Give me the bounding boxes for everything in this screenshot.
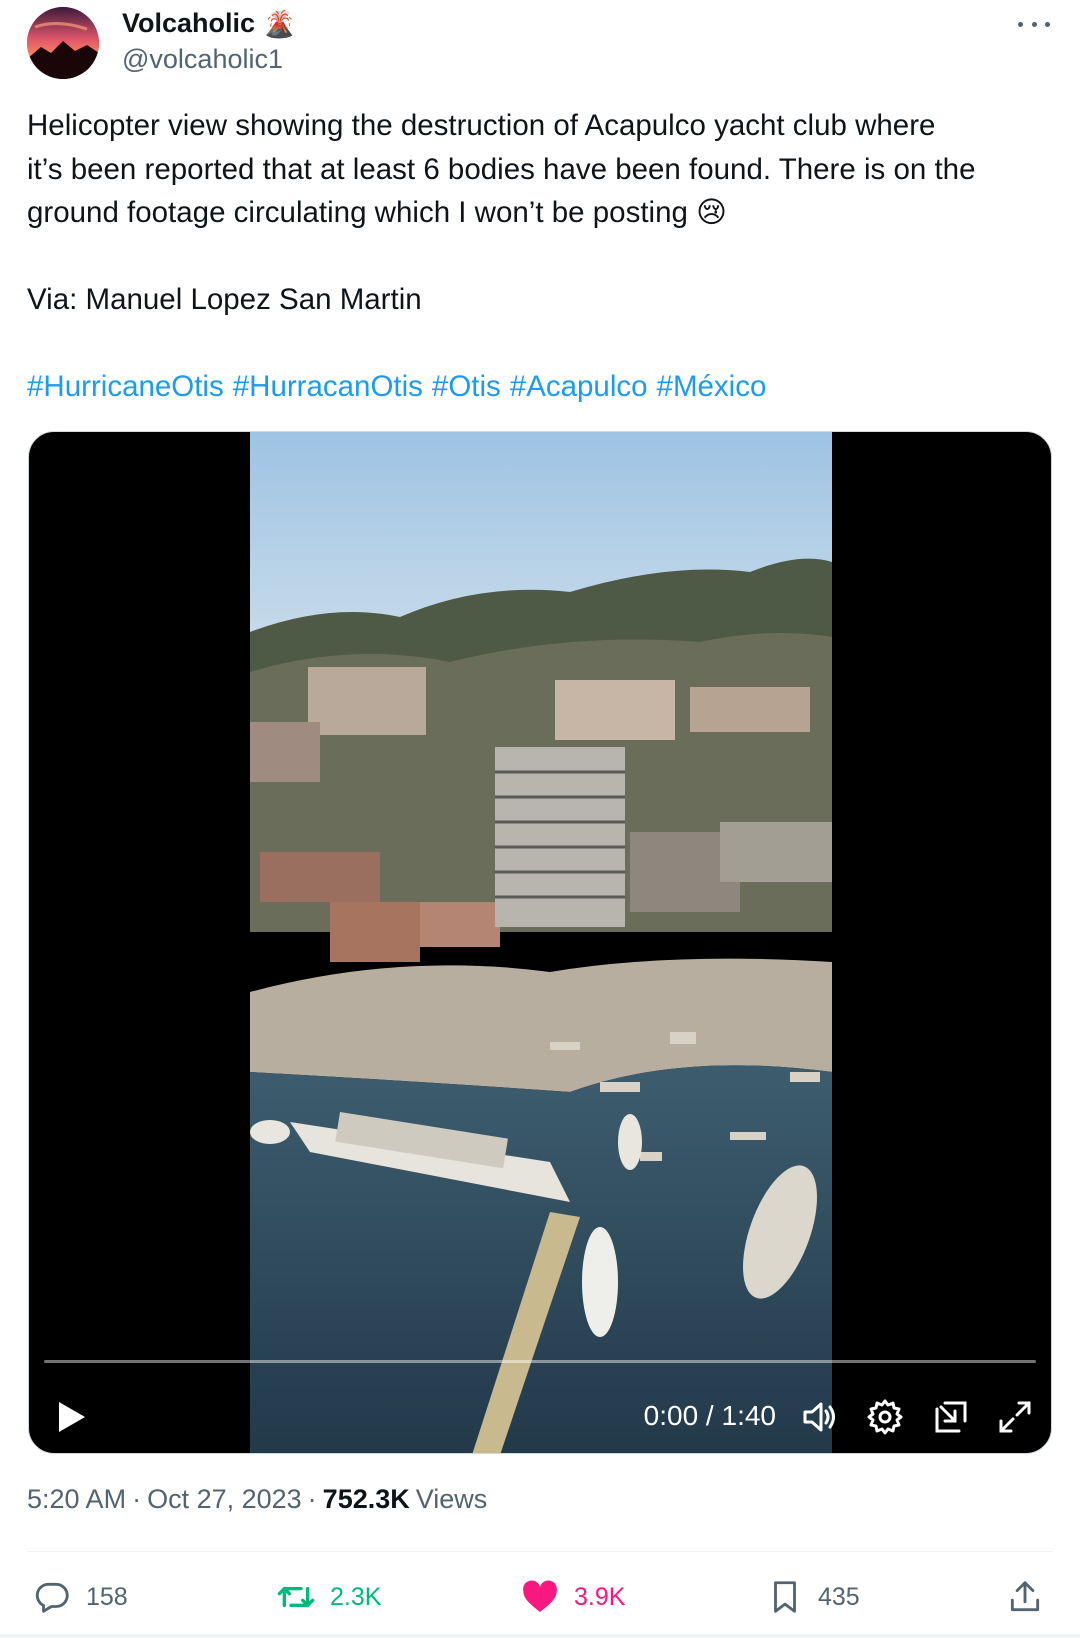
tweet-text-line: Helicopter view showing the destruction … [27,109,936,142]
author-name-row[interactable]: Volcaholic 🌋 [122,8,295,39]
tweet-via: Via: Manuel Lopez San Martin [27,283,422,316]
tweet-text-line: it’s been reported that at least 6 bodie… [27,152,976,186]
sunset-avatar-icon [27,7,99,79]
volcano-emoji-icon: 🌋 [263,8,296,39]
heart-icon [523,1580,557,1612]
hashtag-link[interactable]: #Acapulco [510,365,648,409]
bookmark-button[interactable]: 435 [766,1572,860,1622]
hashtag-list: #HurricaneOtis #HurracanOtis #Otis #Acap… [27,365,1057,409]
views-label: Views [415,1484,488,1514]
display-name[interactable]: Volcaholic [122,8,255,39]
video-thumbnail[interactable] [250,432,832,1453]
meta-separator: · [132,1484,142,1514]
bookmark-count: 435 [818,1582,860,1611]
hashtag-link[interactable]: #México [657,365,767,409]
volume-icon[interactable] [799,1397,839,1437]
divider [0,1634,1080,1638]
tweet-date[interactable]: Oct 27, 2023 [147,1484,302,1515]
action-bar: 158 2.3K 3.9K 435 [0,1572,1080,1622]
like-count: 3.9K [574,1582,626,1611]
repost-button[interactable]: 2.3K [276,1572,381,1622]
author-handle[interactable]: @volcaholic1 [122,44,283,75]
repost-count: 2.3K [330,1582,382,1611]
reply-button[interactable]: 158 [34,1572,128,1622]
tweet-meta: 5:20 AM · Oct 27, 2023 · 752.3K Views [27,1484,487,1515]
tweet-time[interactable]: 5:20 AM [27,1484,126,1515]
reply-icon [35,1582,69,1613]
reply-count: 158 [86,1582,128,1611]
repost-icon [277,1587,315,1607]
aerial-marina-image [250,432,832,1453]
fullscreen-icon[interactable] [995,1397,1035,1437]
hashtag-link[interactable]: #HurracanOtis [233,365,423,409]
avatar[interactable] [27,7,99,79]
tweet-card: Volcaholic 🌋 @volcaholic1 Helicopter vie… [0,0,1080,1638]
video-player[interactable]: 0:00 / 1:40 [28,431,1052,1454]
hashtag-link[interactable]: #HurricaneOtis [27,365,224,409]
divider [27,1551,1053,1552]
gear-icon[interactable] [865,1397,905,1437]
tweet-text-line: ground footage circulating which I won’t… [27,196,727,229]
more-options-icon[interactable] [1018,12,1050,36]
video-progress-bar[interactable] [44,1360,1036,1363]
share-button[interactable] [1006,1572,1044,1622]
tweet-text: Helicopter view showing the destruction … [27,104,1057,409]
picture-in-picture-icon[interactable] [931,1397,971,1437]
like-button[interactable]: 3.9K [520,1572,625,1622]
meta-separator: · [307,1484,317,1514]
views-count[interactable]: 752.3K [323,1484,410,1515]
video-time: 0:00 / 1:40 [643,1400,776,1431]
play-icon[interactable] [51,1397,91,1437]
hashtag-link[interactable]: #Otis [432,365,501,409]
share-icon [1010,1581,1040,1612]
bookmark-icon [774,1581,796,1613]
